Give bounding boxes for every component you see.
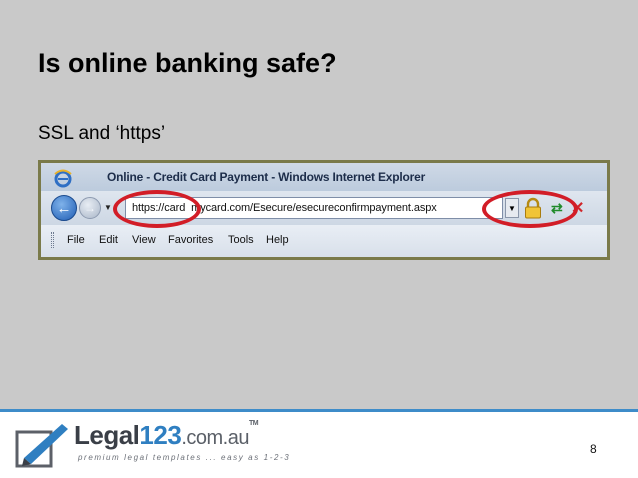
history-dropdown-icon[interactable]: ▼	[104, 203, 112, 212]
slide-footer: Legal123.com.auTM premium legal template…	[0, 412, 638, 478]
https-highlight-circle	[113, 190, 201, 228]
browser-menubar: File Edit View Favorites Tools Help	[41, 225, 607, 257]
menu-favorites[interactable]: Favorites	[168, 234, 213, 246]
menu-grip	[51, 232, 54, 248]
legal123-logo-icon	[15, 424, 68, 468]
browser-window: Online - Credit Card Payment - Windows I…	[41, 163, 607, 257]
brand-name: Legal123.com.auTM	[74, 420, 259, 450]
forward-arrow-icon[interactable]: →	[79, 197, 101, 219]
menu-edit[interactable]: Edit	[99, 234, 118, 246]
ie-logo-icon	[54, 169, 72, 188]
page-number: 8	[590, 442, 597, 456]
menu-tools[interactable]: Tools	[228, 234, 254, 246]
browser-screenshot: Online - Credit Card Payment - Windows I…	[38, 160, 610, 260]
slide-title: Is online banking safe?	[38, 48, 337, 78]
menu-file[interactable]: File	[67, 234, 85, 246]
browser-titlebar: Online - Credit Card Payment - Windows I…	[41, 163, 607, 191]
back-arrow-icon[interactable]: ←	[51, 195, 77, 221]
menu-view[interactable]: View	[132, 234, 156, 246]
lock-highlight-circle	[482, 190, 578, 228]
menu-help[interactable]: Help	[266, 234, 289, 246]
slide-subtitle: SSL and ‘https’	[38, 123, 166, 144]
window-title: Online - Credit Card Payment - Windows I…	[107, 170, 426, 184]
brand-tagline: premium legal templates ... easy as 1-2-…	[78, 453, 291, 462]
